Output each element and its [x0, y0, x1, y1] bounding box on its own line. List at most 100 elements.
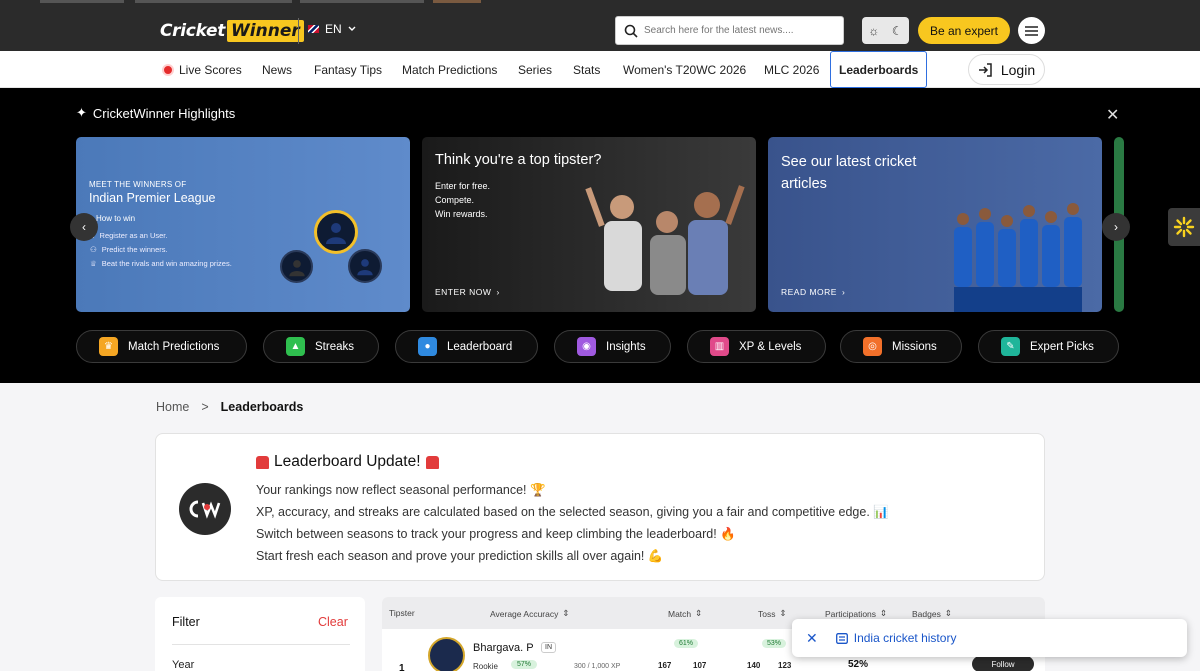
pill-label: Missions [892, 340, 937, 353]
search-input[interactable] [644, 25, 834, 36]
match-wrong-count: 107 [693, 661, 707, 670]
trophy-icon: ♛ [99, 337, 118, 356]
person-icon [326, 223, 346, 244]
nav-mlc[interactable]: MLC 2026 [764, 51, 819, 88]
person-icon [288, 259, 305, 276]
card-line: Enter for free. [435, 181, 491, 191]
sunburst-icon [1173, 216, 1195, 238]
pill-xp-levels[interactable]: ▥ XP & Levels [687, 330, 826, 363]
highlight-card-articles[interactable]: See our latest cricket articles READ MOR… [768, 137, 1102, 312]
toast-label: India cricket history [853, 631, 957, 645]
accuracy-badge: 57% [511, 660, 538, 669]
bulb-icon: ◉ [577, 337, 596, 356]
sparkle-icon: ✦ [76, 105, 87, 120]
carousel-prev-button[interactable]: ‹ [70, 213, 98, 241]
nav-womens-t20wc[interactable]: Women's T20WC 2026 [623, 51, 746, 88]
highlights-section: ✦ CricketWinner Highlights ✕ MEET THE WI… [0, 88, 1200, 383]
login-button[interactable]: Login [968, 54, 1045, 85]
highlight-card-tipster[interactable]: Think you're a top tipster? Enter for fr… [422, 137, 756, 312]
nav-fantasy-tips[interactable]: Fantasy Tips [314, 51, 382, 88]
close-icon[interactable]: ✕ [1106, 105, 1119, 125]
col-average-accuracy[interactable]: Average Accuracy ⇕ [490, 608, 569, 619]
column-label: Tipster [389, 608, 415, 618]
toast-link[interactable]: India cricket history [835, 631, 957, 645]
step-text: Predict the winners. [101, 245, 168, 254]
clear-filter-button[interactable]: Clear [318, 615, 348, 629]
card-subheading: How to win [96, 214, 136, 223]
moon-icon[interactable]: ☾ [892, 24, 903, 38]
side-widget-button[interactable] [1168, 208, 1200, 246]
col-badges[interactable]: Badges ⇕ [912, 608, 952, 619]
search-bar[interactable] [615, 16, 844, 45]
update-line: Start fresh each season and prove your p… [256, 549, 664, 563]
pill-missions[interactable]: ◎ Missions [840, 330, 962, 363]
update-title-text: Leaderboard Update! [274, 453, 421, 470]
uk-flag-icon [308, 25, 319, 33]
breadcrumb: Home > Leaderboards [156, 400, 303, 414]
col-match[interactable]: Match ⇕ [668, 608, 702, 619]
filter-year-label: Year [172, 659, 195, 671]
pill-streaks[interactable]: ▲ Streaks [263, 330, 379, 363]
chevron-right-icon: › [1114, 220, 1118, 234]
cw-monogram-icon [189, 500, 221, 519]
tipster-name[interactable]: Bhargava. P [473, 642, 534, 654]
pill-match-predictions[interactable]: ♛ Match Predictions [76, 330, 247, 363]
nav-leaderboards[interactable]: Leaderboards [830, 51, 928, 88]
article-icon [835, 632, 848, 644]
highlight-card-ipl-winners[interactable]: MEET THE WINNERS OF Indian Premier Leagu… [76, 137, 410, 312]
breadcrumb-home[interactable]: Home [156, 400, 189, 414]
match-accuracy-badge: 61% [674, 639, 699, 648]
cta-label: READ MORE [781, 287, 837, 297]
pill-insights[interactable]: ◉ Insights [554, 330, 671, 363]
pill-label: Match Predictions [128, 340, 220, 353]
trophy-icon: ♕ [90, 259, 97, 268]
card-heading: See our latest cricket articles [781, 154, 917, 192]
list-item: ⌂Register as an User. [90, 229, 232, 243]
nav-news[interactable]: News [262, 51, 292, 88]
sun-icon[interactable]: ☼ [868, 24, 879, 38]
column-label: Match [668, 608, 692, 619]
be-an-expert-button[interactable]: Be an expert [918, 17, 1010, 44]
col-toss[interactable]: Toss ⇕ [758, 608, 787, 619]
browser-tab-strip [135, 0, 292, 3]
list-item: ♕ Beat the rivals and win amazing prizes. [90, 257, 232, 271]
steps-list: ⌂Register as an User. ⚇ Predict the winne… [90, 229, 232, 271]
pill-leaderboard[interactable]: ● Leaderboard [395, 330, 538, 363]
column-label: Badges [912, 608, 941, 619]
siren-icon [425, 455, 439, 469]
breadcrumb-separator: > [201, 400, 209, 414]
nav-series[interactable]: Series [518, 51, 552, 88]
theme-toggle[interactable]: ☼ ☾ [862, 17, 909, 44]
col-tipster: Tipster [389, 608, 415, 618]
pencil-icon: ✎ [1001, 337, 1020, 356]
nav-match-predictions[interactable]: Match Predictions [402, 51, 497, 88]
col-participations[interactable]: Participations ⇕ [825, 608, 887, 619]
toss-correct-count: 140 [747, 661, 761, 670]
read-more-link[interactable]: READ MORE › [781, 287, 845, 297]
filter-panel: Filter Clear Year [155, 597, 365, 671]
pill-expert-picks[interactable]: ✎ Expert Picks [978, 330, 1119, 363]
update-line: Switch between seasons to track your pro… [256, 527, 736, 541]
close-icon[interactable]: ✕ [806, 630, 818, 647]
login-icon [978, 62, 992, 77]
toss-wrong-count: 123 [778, 661, 792, 670]
pill-label: XP & Levels [739, 340, 802, 353]
column-label: Average Accuracy [490, 608, 559, 619]
step-text: Beat the rivals and win amazing prizes. [101, 259, 232, 268]
pill-label: Expert Picks [1030, 340, 1094, 353]
carousel-next-button[interactable]: › [1102, 213, 1130, 241]
login-label: Login [1000, 61, 1036, 78]
update-title: Leaderboard Update! [256, 453, 439, 471]
header-divider [298, 18, 299, 44]
participation-value: 52% [848, 659, 869, 670]
language-selector[interactable]: EN [308, 22, 356, 36]
chart-icon: ▥ [710, 337, 729, 356]
sort-icon: ⇕ [562, 608, 570, 618]
hamburger-menu-button[interactable] [1018, 17, 1045, 44]
site-logo[interactable]: Cricket Winner [160, 19, 304, 42]
nav-live-scores[interactable]: Live Scores [162, 51, 242, 88]
enter-now-link[interactable]: ENTER NOW › [435, 287, 500, 297]
nav-stats[interactable]: Stats [573, 51, 600, 88]
follow-button[interactable]: Follow [972, 656, 1034, 671]
fire-icon: ▲ [286, 337, 305, 356]
